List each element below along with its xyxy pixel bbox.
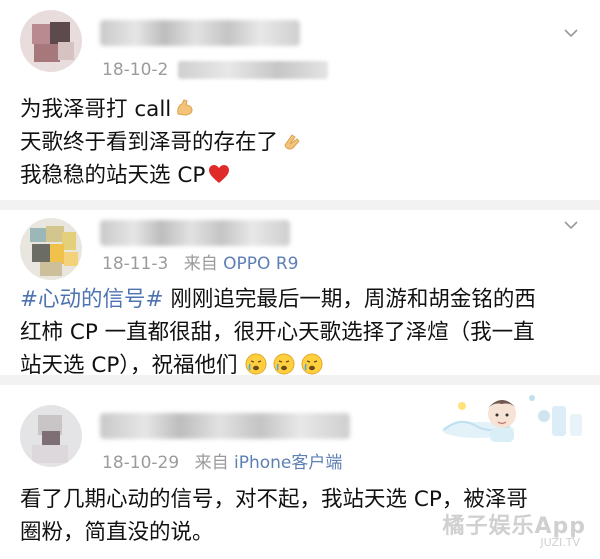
post-text-line: 天歌终于看到泽哥的存在了 xyxy=(20,130,279,155)
post-body: #心动的信号# 刚刚追完最后一期，周游和胡金铭的西 红柿 CP 一直都很甜，很开… xyxy=(20,283,582,382)
post-text-line: 红柿 CP 一直都很甜，很开心天歌选择了泽煊（我一直 xyxy=(20,320,535,345)
post-meta: 18-10-2 xyxy=(102,60,328,80)
flexed-biceps-icon xyxy=(177,99,193,116)
chevron-down-icon[interactable] xyxy=(564,26,578,40)
avatar[interactable] xyxy=(20,405,82,467)
post-from: 来自 xyxy=(194,453,229,473)
source-blurred xyxy=(177,61,328,79)
post-2: 18-11-3 来自 OPPO R9 #心动的信号# 刚刚追完最后一期，周游和胡… xyxy=(0,210,600,378)
post-1: 18-10-2 为我泽哥打 call 天歌终于看到泽哥的存在了 我稳稳的站天选 … xyxy=(0,0,600,200)
post-time: 18-11-3 xyxy=(102,254,169,274)
card-banner-decoration xyxy=(440,386,590,442)
post-body: 为我泽哥打 call 天歌终于看到泽哥的存在了 我稳稳的站天选 CP xyxy=(20,93,582,192)
post-meta: 18-10-29 来自 iPhone客户端 xyxy=(102,448,342,473)
username-blurred[interactable] xyxy=(100,20,300,46)
avatar[interactable] xyxy=(20,10,82,72)
hashtag-link[interactable]: #心动的信号# xyxy=(20,287,164,312)
username-blurred[interactable] xyxy=(100,413,350,439)
watermark-sub: JUZI.TV xyxy=(540,536,580,549)
crying-face-icon xyxy=(301,353,323,375)
post-time: 18-10-2 xyxy=(102,60,169,80)
post-source-link[interactable]: iPhone客户端 xyxy=(234,453,342,473)
chevron-down-icon[interactable] xyxy=(564,218,578,232)
post-text-line: 我稳稳的站天选 CP xyxy=(20,163,206,188)
separator xyxy=(0,375,600,385)
clapping-hands-icon xyxy=(284,134,300,150)
post-source-link[interactable]: OPPO R9 xyxy=(223,254,298,274)
separator xyxy=(0,200,600,210)
username-blurred[interactable] xyxy=(100,220,290,246)
crying-face-icon xyxy=(245,353,267,375)
avatar[interactable] xyxy=(20,218,82,280)
post-text-line: 圈粉，简直没的说。 xyxy=(20,520,214,545)
post-text-line: 刚刚追完最后一期，周游和胡金铭的西 xyxy=(163,287,536,312)
post-text-line: 为我泽哥打 call xyxy=(20,97,172,122)
post-meta: 18-11-3 来自 OPPO R9 xyxy=(102,249,298,274)
post-from: 来自 xyxy=(183,254,218,274)
red-heart-icon xyxy=(209,165,230,183)
post-time: 18-10-29 xyxy=(102,453,180,473)
crying-face-icon xyxy=(273,353,295,375)
